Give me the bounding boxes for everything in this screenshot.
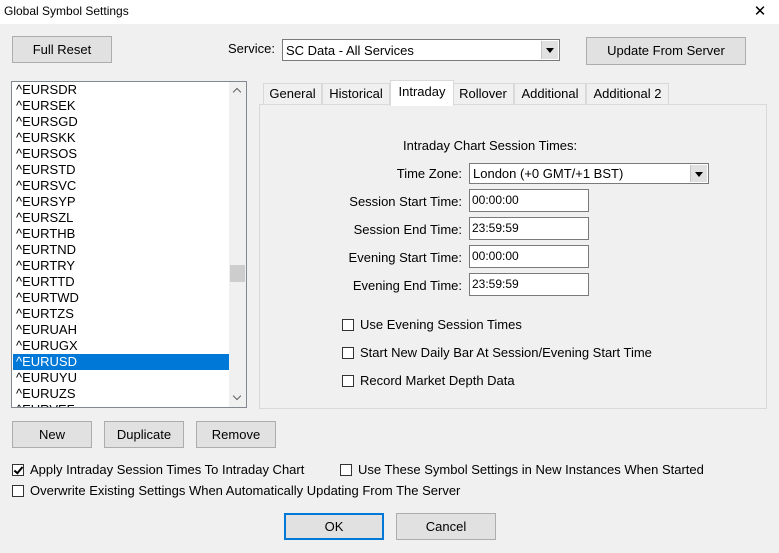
tab-rollover[interactable]: Rollover [452,83,514,105]
chevron-down-icon[interactable] [690,165,707,182]
list-item[interactable]: ^EURTND [13,242,230,258]
list-item[interactable]: ^EURSGD [13,114,230,130]
service-label: Service: [228,41,275,56]
full-reset-button[interactable]: Full Reset [12,36,112,63]
list-item[interactable]: ^EURUAH [13,322,230,338]
evening-start-field[interactable]: 00:00:00 [469,245,589,268]
list-item[interactable]: ^EURUGX [13,338,230,354]
list-item[interactable]: ^EURVEF [13,402,230,407]
title-bar: Global Symbol Settings ✕ [0,0,779,24]
start-new-daily-bar-label: Start New Daily Bar At Session/Evening S… [360,345,652,360]
session-end-field[interactable]: 23:59:59 [469,217,589,240]
list-item[interactable]: ^EURSZL [13,210,230,226]
session-start-label: Session Start Time: [349,194,462,209]
evening-start-label: Evening Start Time: [348,250,462,265]
window-title: Global Symbol Settings [4,4,129,18]
scroll-thumb[interactable] [230,265,245,282]
list-item[interactable]: ^EURUYU [13,370,230,386]
service-value: SC Data - All Services [286,43,414,58]
new-button[interactable]: New [12,421,92,448]
list-item[interactable]: ^EURSOS [13,146,230,162]
tab-additional[interactable]: Additional [514,83,586,105]
scroll-down-icon[interactable] [229,390,246,407]
list-scrollbar[interactable] [229,82,246,407]
service-dropdown[interactable]: SC Data - All Services [282,39,560,61]
ok-button[interactable]: OK [284,513,384,540]
list-item[interactable]: ^EURSTD [13,162,230,178]
tab-historical[interactable]: Historical [322,83,390,105]
list-item[interactable]: ^EURTHB [13,226,230,242]
session-end-label: Session End Time: [353,222,462,237]
checkbox-icon[interactable] [12,464,24,476]
close-button[interactable]: ✕ [741,0,779,24]
cancel-button[interactable]: Cancel [396,513,496,540]
list-item[interactable]: ^EURTTD [13,274,230,290]
checkbox-icon[interactable] [340,464,352,476]
duplicate-button[interactable]: Duplicate [104,421,184,448]
list-item[interactable]: ^EURUZS [13,386,230,402]
list-item[interactable]: ^EURSEK [13,98,230,114]
list-item[interactable]: ^EURTWD [13,290,230,306]
evening-end-field[interactable]: 23:59:59 [469,273,589,296]
list-item[interactable]: ^EURSDR [13,82,230,98]
checkbox-icon[interactable] [12,485,24,497]
symbol-list[interactable]: ^EURSDR ^EURSEK ^EURSGD ^EURSKK ^EURSOS ^EURS… [11,81,247,408]
apply-intraday-label: Apply Intraday Session Times To Intraday… [30,462,305,477]
evening-end-label: Evening End Time: [352,278,462,293]
list-item[interactable]: ^EURSVC [13,178,230,194]
tab-intraday[interactable]: Intraday [390,80,454,106]
session-times-heading: Intraday Chart Session Times: [403,138,578,153]
record-market-depth-label: Record Market Depth Data [360,373,515,388]
list-item[interactable]: ^EURTRY [13,258,230,274]
chevron-down-icon[interactable] [541,41,558,59]
checkbox-icon[interactable] [342,375,354,387]
session-start-field[interactable]: 00:00:00 [469,189,589,212]
tab-general[interactable]: General [263,83,322,105]
remove-button[interactable]: Remove [196,421,276,448]
list-item[interactable]: ^EURSYP [13,194,230,210]
overwrite-settings-label: Overwrite Existing Settings When Automat… [30,483,461,498]
checkbox-icon[interactable] [342,347,354,359]
list-item[interactable]: ^EURSKK [13,130,230,146]
use-in-new-instances-label: Use These Symbol Settings in New Instanc… [358,462,704,477]
update-from-server-button[interactable]: Update From Server [586,37,746,65]
tab-additional-2[interactable]: Additional 2 [586,83,669,105]
list-item[interactable]: ^EURUSD [13,354,230,370]
use-evening-session-label: Use Evening Session Times [360,317,522,332]
scroll-up-icon[interactable] [229,82,246,99]
time-zone-dropdown[interactable]: London (+0 GMT/+1 BST) [469,163,709,184]
time-zone-label: Time Zone: [396,166,462,181]
time-zone-value: London (+0 GMT/+1 BST) [473,166,624,181]
list-item[interactable]: ^EURTZS [13,306,230,322]
checkbox-icon[interactable] [342,319,354,331]
